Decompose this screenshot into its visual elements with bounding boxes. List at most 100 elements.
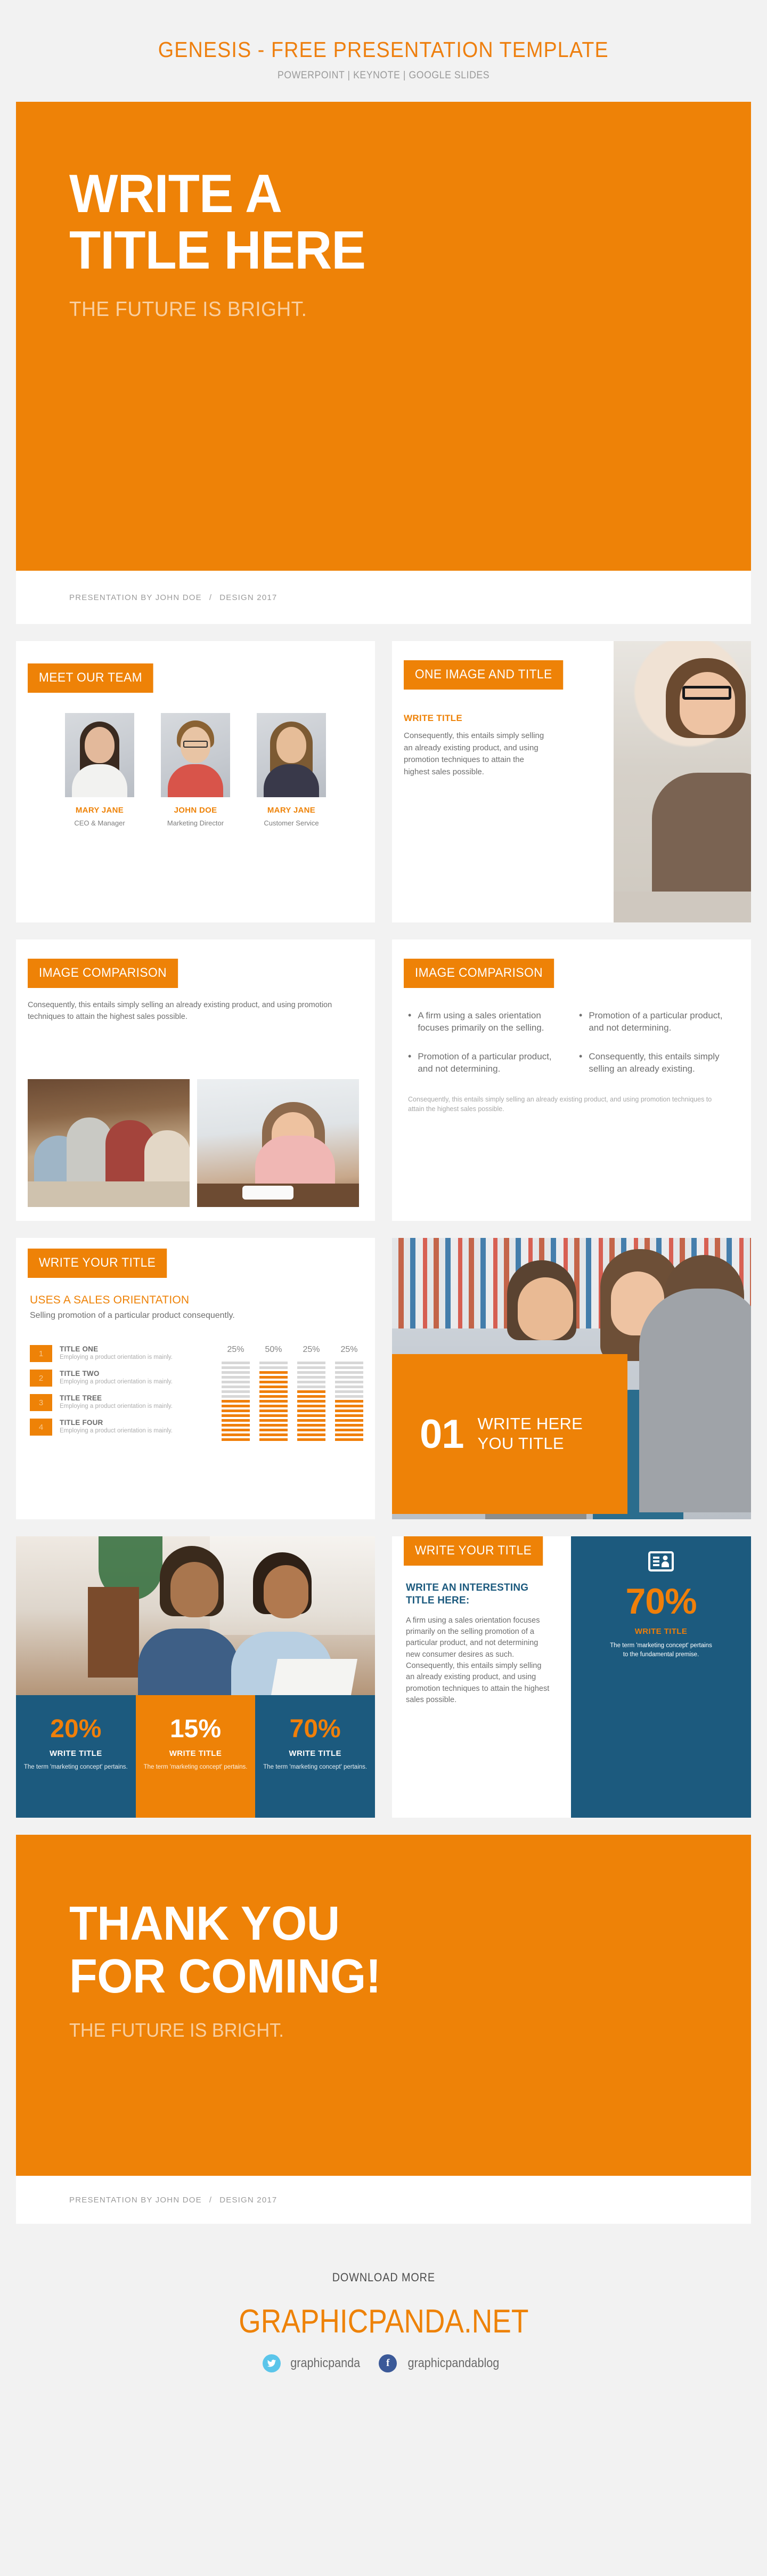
team-member[interactable]: JOHN DOE Marketing Director (161, 713, 230, 828)
team-member-name: MARY JANE (75, 806, 124, 815)
chart-bar-segment (259, 1409, 288, 1412)
chart-bar-segment (259, 1429, 288, 1431)
comparison-bullets-footnote: Consequently, this entails simply sellin… (408, 1095, 712, 1113)
bullet-icon: • (579, 1050, 583, 1062)
bullet-icon: • (408, 1050, 412, 1062)
item-desc: Employing a product orientation is mainl… (60, 1379, 173, 1385)
page-banner: GENESIS - FREE PRESENTATION TEMPLATE POW… (0, 0, 767, 102)
item-number: 2 (30, 1370, 52, 1387)
bullet-columns: • A firm using a sales orientation focus… (392, 988, 751, 1091)
chart-bar-segment (259, 1381, 288, 1383)
twitter-link[interactable]: graphicpanda (262, 2354, 364, 2372)
chart-bar-segment (335, 1381, 363, 1383)
chart-bar-segment (222, 1371, 250, 1374)
chart-bar-label: 50% (265, 1345, 282, 1354)
chart-legend-list: 1 TITLE ONE Employing a product orientat… (30, 1345, 214, 1443)
chart-bar-segment (297, 1405, 325, 1407)
glasses-icon (183, 741, 208, 748)
chart-bar-segment (297, 1366, 325, 1369)
item-desc: Employing a product orientation is mainl… (60, 1428, 173, 1434)
slide-row-3: WRITE YOUR TITLE USES A SALES ORIENTATIO… (16, 1238, 751, 1519)
item-number: 1 (30, 1345, 52, 1362)
percent-value-desc: The term 'marketing concept' pertains to… (610, 1642, 712, 1658)
chart-bar-segment (297, 1395, 325, 1398)
slide-row-1: MEET OUR TEAM MARY JANE CEO & Manager JO… (16, 641, 751, 922)
chart-bar-segment (335, 1390, 363, 1393)
number-panel: 01 WRITE HERE YOU TITLE (392, 1354, 627, 1514)
chart-bar-segment (222, 1366, 250, 1369)
facebook-link[interactable]: f graphicpandablog (379, 2354, 504, 2372)
chart-bar-segment (259, 1395, 288, 1398)
avatar (65, 713, 134, 797)
one-image-title: ONE IMAGE AND TITLE (404, 660, 564, 690)
thanks-body: THANK YOU FOR COMING! THE FUTURE IS BRIG… (16, 1835, 751, 2176)
chart-bar-segment (297, 1400, 325, 1403)
item-number: 3 (30, 1394, 52, 1411)
bullet-text: Promotion of a particular product, and n… (589, 1010, 723, 1033)
list-item: 4 TITLE FOUR Employing a product orienta… (30, 1419, 214, 1436)
item-title: TITLE TREE (60, 1394, 102, 1402)
facebook-handle: graphicpandablog (407, 2356, 500, 2370)
bullet-column-right: • Promotion of a particular product, and… (579, 1009, 737, 1091)
chart-bar-label: 25% (340, 1345, 358, 1354)
list-item: 3 TITLE TREE Employing a product orienta… (30, 1394, 214, 1411)
team-title: MEET OUR TEAM (28, 663, 153, 693)
team-member[interactable]: MARY JANE Customer Service (257, 713, 326, 828)
team-member-role: CEO & Manager (74, 819, 125, 827)
chart-bar-segment (297, 1433, 325, 1436)
chart-bar-label: 25% (303, 1345, 320, 1354)
bullet-icon: • (408, 1010, 412, 1020)
stat-title: WRITE TITLE (169, 1749, 222, 1758)
thanks-footer-separator: / (209, 2195, 213, 2205)
number-title-line2: YOU TITLE (477, 1434, 564, 1453)
percent-title: WRITE YOUR TITLE (404, 1536, 543, 1566)
number-title-line1: WRITE HERE (477, 1414, 583, 1433)
chart-bar-segment (335, 1424, 363, 1427)
brand-subtitle: POWERPOINT | KEYNOTE | GOOGLE SLIDES (277, 70, 490, 81)
comparison-photos-group (16, 1079, 371, 1207)
thanks-title: THANK YOU FOR COMING! (69, 1898, 724, 2003)
chart-bar-segment (222, 1362, 250, 1364)
bullet-text: A firm using a sales orientation focuses… (418, 1010, 544, 1033)
list-item: • A firm using a sales orientation focus… (408, 1009, 566, 1034)
chart-subtitle: USES A SALES ORIENTATION (30, 1294, 190, 1306)
avatar (161, 713, 230, 797)
chart-bar-segment (297, 1414, 325, 1417)
number-value: 01 (420, 1411, 464, 1457)
percent-value: 70% (625, 1581, 697, 1622)
item-desc: Employing a product orientation is mainl… (60, 1403, 173, 1409)
number-title: WRITE HERE YOU TITLE (478, 1414, 583, 1453)
chart-bar-segment (222, 1424, 250, 1427)
comparison-photo-left (28, 1079, 190, 1207)
list-item: 1 TITLE ONE Employing a product orientat… (30, 1345, 214, 1362)
comparison-bullets-header: IMAGE COMPARISON (392, 939, 751, 988)
stat-value: 70% (289, 1715, 341, 1743)
chart-bar-segment (222, 1429, 250, 1431)
chart-bar-segment (259, 1371, 288, 1374)
chart-bar-segment (335, 1376, 363, 1379)
team-member[interactable]: MARY JANE CEO & Manager (65, 713, 134, 828)
percent-value-title: WRITE TITLE (634, 1627, 688, 1636)
chart-bar-segment (335, 1405, 363, 1407)
hero-footer: PRESENTATION BY JOHN DOE / DESIGN 2017 (16, 571, 751, 624)
chart-bar-segment (335, 1395, 363, 1398)
chart-bar-segment (297, 1381, 325, 1383)
stat-desc: The term 'marketing concept' pertains. (23, 1764, 128, 1770)
hero-slide: WRITE A TITLE HERE THE FUTURE IS BRIGHT.… (16, 102, 751, 624)
stat-desc: The term 'marketing concept' pertains. (143, 1764, 248, 1770)
chart-bar: 25% (335, 1345, 363, 1443)
thanks-footer-design: DESIGN 2017 (219, 2195, 278, 2205)
bullet-icon: • (579, 1010, 583, 1020)
stat-title: WRITE TITLE (289, 1749, 341, 1758)
chart-bar-segment (259, 1362, 288, 1364)
site-url[interactable]: GRAPHICPANDA.NET (239, 2303, 528, 2340)
comparison-photo-right (197, 1079, 359, 1207)
one-image-slide: ONE IMAGE AND TITLE WRITE TITLE Conseque… (392, 641, 751, 922)
stats-cells: 20% WRITE TITLE The term 'marketing conc… (16, 1695, 375, 1818)
chart-bar-segment (335, 1366, 363, 1369)
chart-bar-segment (222, 1376, 250, 1379)
chart-description: Selling promotion of a particular produc… (30, 1311, 235, 1320)
comparison-photos-header: IMAGE COMPARISON (16, 939, 375, 988)
chart-bar: 25% (297, 1345, 325, 1443)
chart-bar-segment (297, 1409, 325, 1412)
